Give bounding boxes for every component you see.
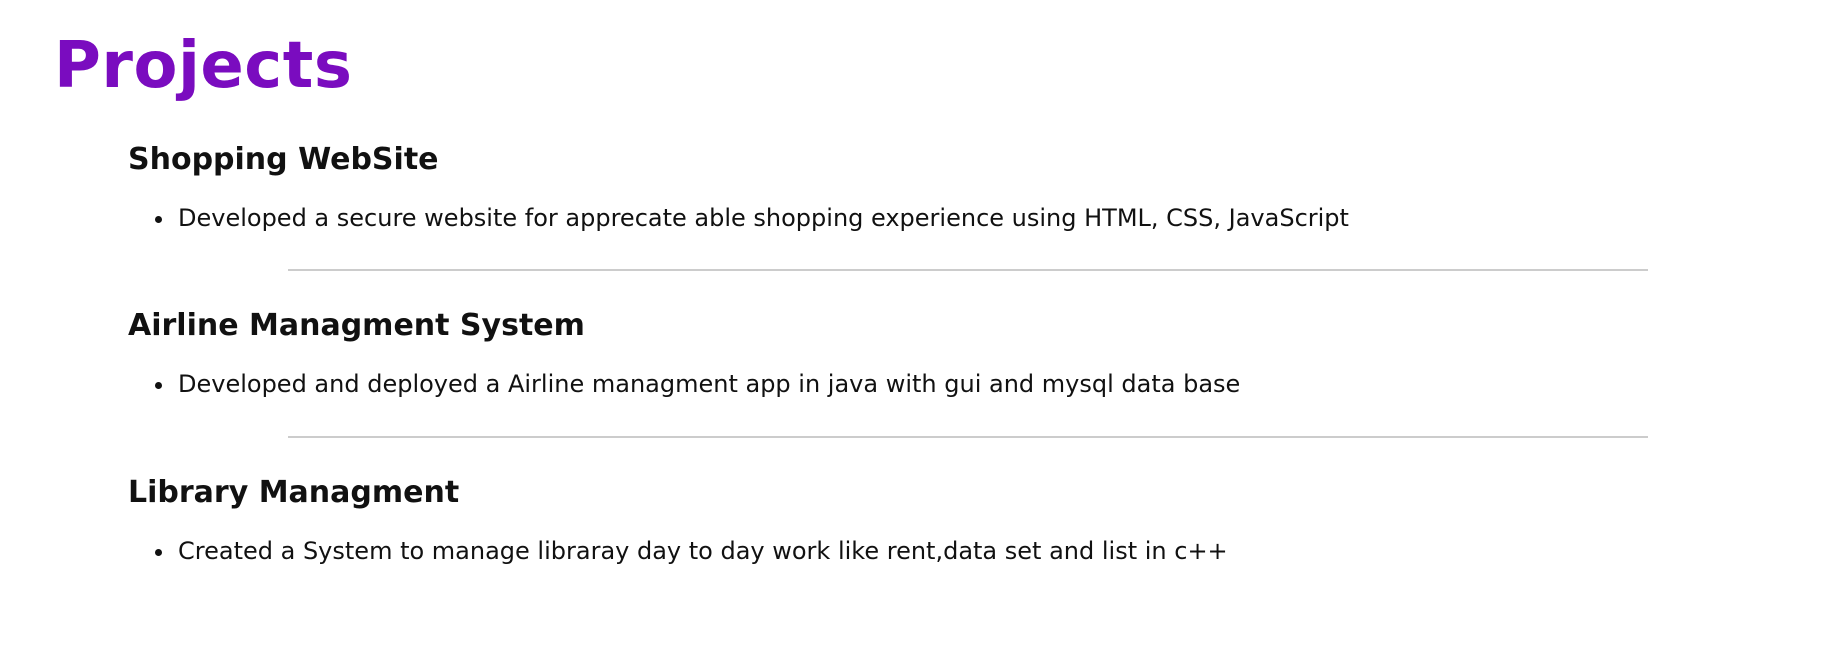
project-library-management: Library Managment Created a System to ma… [128,473,1648,567]
project-title: Shopping WebSite [128,142,439,177]
project-bullets: Developed and deployed a Airline managme… [128,368,1648,400]
section-divider [288,435,1648,438]
project-airline-management-system: Airline Managment System Developed and d… [128,306,1648,400]
projects-list: Shopping WebSite Developed a secure webs… [128,140,1648,567]
project-shopping-website: Shopping WebSite Developed a secure webs… [128,140,1648,234]
page-title: Projects [54,29,353,103]
project-bullets: Created a System to manage libraray day … [128,535,1648,567]
section-divider [288,269,1648,272]
project-bullet: Developed and deployed a Airline managme… [128,368,1648,400]
project-bullet: Developed a secure website for apprecate… [128,202,1648,234]
project-bullet: Created a System to manage libraray day … [128,535,1648,567]
project-title: Airline Managment System [128,308,585,344]
project-title: Library Managment [128,474,460,510]
project-bullets: Developed a secure website for apprecate… [128,202,1648,234]
projects-page: Projects Shopping WebSite Developed a se… [0,0,1836,655]
